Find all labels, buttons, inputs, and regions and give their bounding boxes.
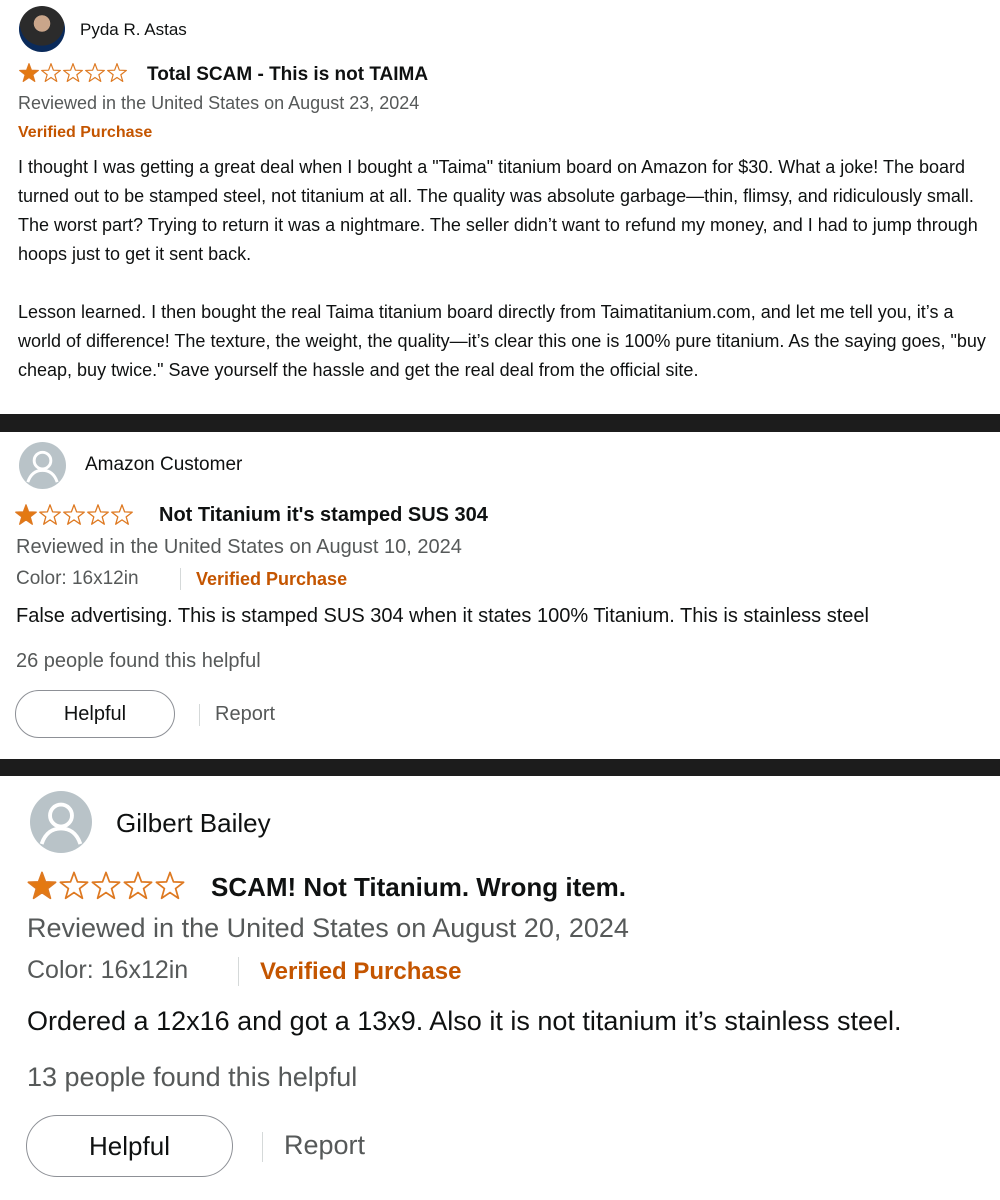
star-empty-icon (63, 504, 85, 525)
product-variant: Color: 16x12in (27, 956, 189, 984)
helpful-count: 13 people found this helpful (27, 1062, 358, 1092)
product-variant: Color: 16x12in (16, 568, 139, 589)
review-date: Reviewed in the United States on August … (18, 93, 420, 113)
star-filled-icon (15, 504, 37, 525)
reviewer-name[interactable]: Pyda R. Astas (80, 20, 187, 40)
person-icon (39, 802, 83, 845)
review-title[interactable]: Not Titanium it's stamped SUS 304 (159, 504, 488, 527)
helpful-count: 26 people found this helpful (16, 650, 261, 672)
star-empty-icon (59, 871, 89, 900)
review-date: Reviewed in the United States on August … (16, 536, 462, 558)
star-empty-icon (111, 504, 133, 525)
reviewer-name[interactable]: Amazon Customer (85, 454, 242, 476)
divider (0, 759, 1000, 776)
verified-purchase-badge: Verified Purchase (260, 958, 462, 985)
action-separator (199, 704, 200, 726)
helpful-button[interactable]: Helpful (26, 1115, 233, 1177)
star-rating[interactable] (18, 62, 128, 84)
review-title[interactable]: Total SCAM - This is not TAIMA (147, 64, 428, 86)
action-separator (262, 1132, 263, 1162)
reviewer-avatar[interactable] (19, 442, 66, 489)
star-empty-icon (107, 63, 127, 83)
variant-separator (238, 957, 239, 986)
divider (0, 414, 1000, 432)
helpful-button[interactable]: Helpful (15, 690, 175, 738)
star-empty-icon (87, 504, 109, 525)
star-rating[interactable] (14, 503, 134, 527)
star-rating[interactable] (26, 870, 186, 902)
star-empty-icon (155, 871, 185, 900)
review-card: Pyda R. Astas Total SCAM - This is not T… (0, 0, 1000, 414)
report-link[interactable]: Report (284, 1130, 365, 1161)
star-empty-icon (91, 871, 121, 900)
verified-purchase-badge: Verified Purchase (196, 569, 348, 589)
reviewer-avatar[interactable] (30, 791, 92, 853)
variant-separator (180, 568, 181, 590)
star-empty-icon (63, 63, 83, 83)
star-empty-icon (123, 871, 153, 900)
review-title[interactable]: SCAM! Not Titanium. Wrong item. (211, 872, 626, 903)
reviewer-avatar[interactable] (19, 6, 65, 52)
review-card: Gilbert Bailey SCAM! Not Titanium. Wrong… (0, 776, 1000, 1200)
review-body-paragraph: Lesson learned. I then bought the real T… (18, 302, 986, 380)
report-link[interactable]: Report (215, 703, 275, 726)
review-date: Reviewed in the United States on August … (27, 913, 629, 943)
review-body: False advertising. This is stamped SUS 3… (16, 605, 869, 627)
star-filled-icon (19, 63, 39, 83)
verified-purchase-badge: Verified Purchase (18, 124, 153, 141)
person-icon (26, 450, 59, 483)
star-filled-icon (27, 871, 57, 900)
review-card: Amazon Customer Not Titanium it's stampe… (0, 432, 1000, 759)
star-empty-icon (41, 63, 61, 83)
star-empty-icon (85, 63, 105, 83)
star-empty-icon (39, 504, 61, 525)
review-body-paragraph: I thought I was getting a great deal whe… (18, 157, 978, 264)
reviewer-name[interactable]: Gilbert Bailey (116, 808, 271, 839)
review-body: Ordered a 12x16 and got a 13x9. Also it … (27, 1006, 902, 1036)
